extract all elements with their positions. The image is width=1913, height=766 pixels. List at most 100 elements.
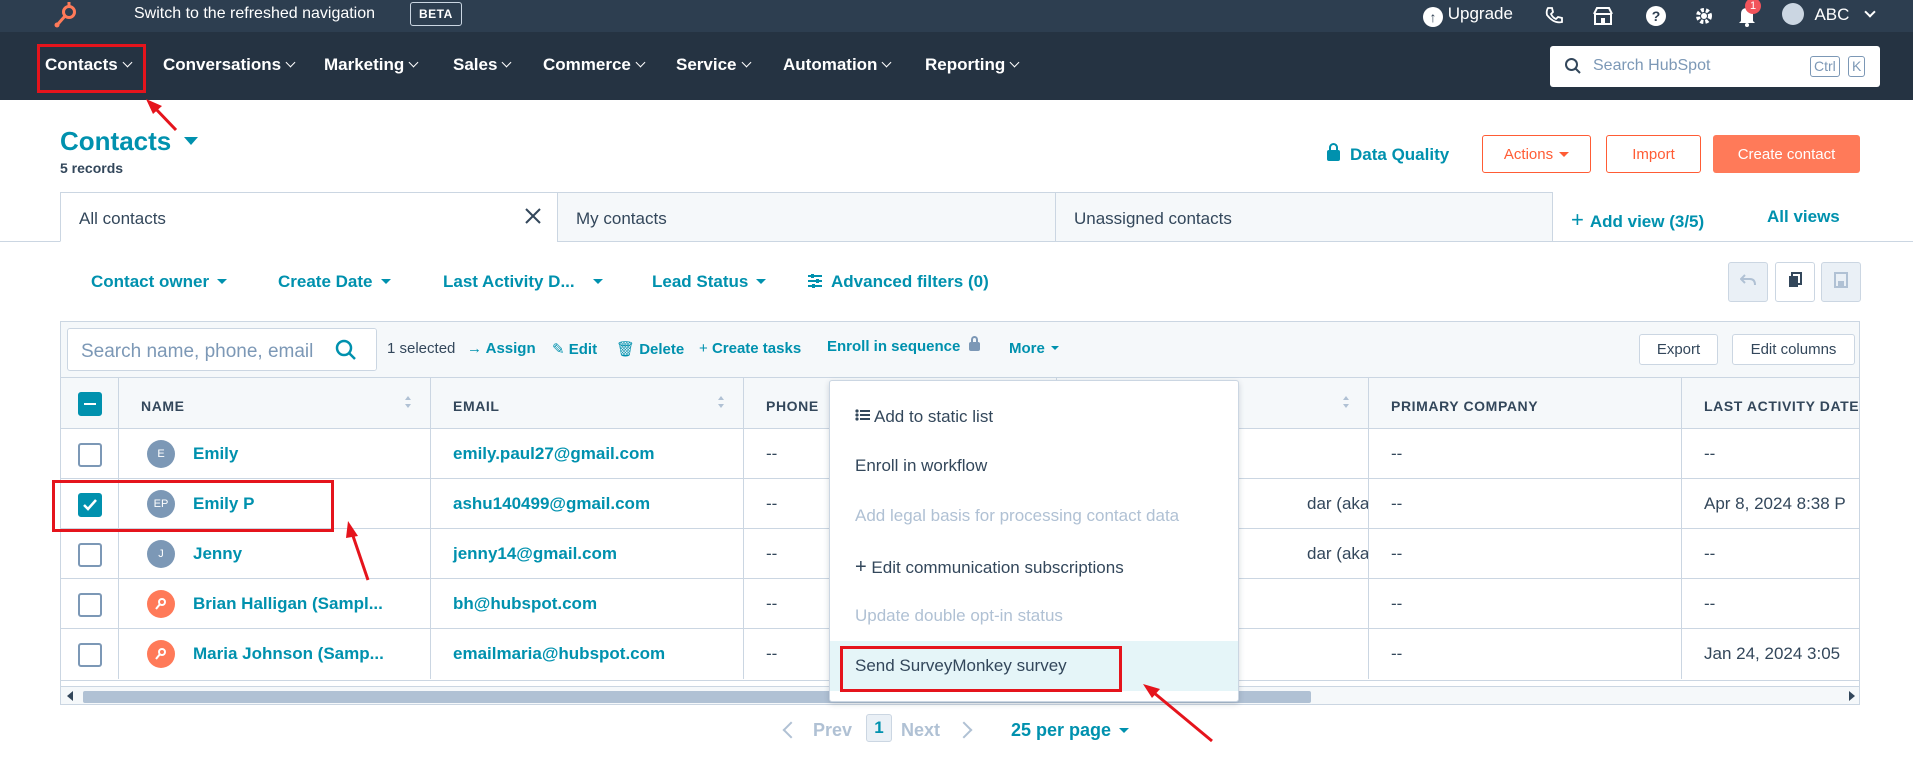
nav-automation[interactable]: Automation [783,55,892,75]
marketplace-icon[interactable] [1590,3,1616,29]
caret-down-icon [1050,346,1059,350]
global-search-input[interactable]: Search HubSpot Ctrl K [1550,46,1880,87]
switch-navigation-text[interactable]: Switch to the refreshed navigation [134,5,375,23]
contact-name-link[interactable]: Emily P [193,494,254,514]
nav-commerce[interactable]: Commerce [543,55,646,75]
header-last-activity[interactable]: LAST ACTIVITY DATE [1682,378,1859,429]
menu-item-enroll-in-workflow[interactable]: Enroll in workflow [830,441,1238,491]
filter-contact-owner[interactable]: Contact owner [91,272,228,292]
company-cell: -- [1369,479,1682,529]
chevron-left-icon [782,721,800,739]
tab-my-contacts[interactable]: My contacts [557,192,1056,242]
hubspot-logo-icon[interactable] [52,2,82,30]
settings-gear-icon[interactable] [1691,3,1717,29]
table-search-input[interactable]: Search name, phone, email [67,328,377,371]
filter-create-date[interactable]: Create Date [278,272,391,292]
lock-icon [968,336,980,351]
row-checkbox[interactable] [78,643,102,667]
menu-item-add-legal-basis: Add legal basis for processing contact d… [830,491,1238,541]
assign-label: Assign [485,340,536,357]
prev-page-button[interactable]: Prev [782,720,852,741]
nav-sales[interactable]: Sales [453,55,512,75]
email-cell[interactable]: jenny14@gmail.com [431,529,744,579]
edit-button[interactable]: ✎ Edit [552,340,597,358]
page-title[interactable]: Contacts [60,126,199,157]
all-views-link[interactable]: All views [1767,207,1840,227]
contact-name-link[interactable]: Maria Johnson (Samp... [193,644,384,664]
actions-button[interactable]: Actions [1482,135,1591,173]
select-all-checkbox[interactable] [78,392,102,416]
email-cell[interactable]: bh@hubspot.com [431,579,744,629]
create-tasks-button[interactable]: + Create tasks [699,340,801,357]
save-icon [1834,271,1848,293]
contact-name-link[interactable]: Brian Halligan (Sampl... [193,594,383,614]
enroll-sequence-button[interactable]: Enroll in sequence [827,336,980,355]
record-count: 5 records [60,160,124,176]
enroll-sequence-label: Enroll in sequence [827,338,961,355]
row-checkbox[interactable] [78,443,102,467]
filter-last-activity-date[interactable]: Last Activity D... [443,272,603,292]
menu-item-send-surveymonkey-survey[interactable]: Send SurveyMonkey survey [830,641,1238,691]
edit-columns-button[interactable]: Edit columns [1732,334,1855,365]
page-number-button[interactable]: 1 [866,714,892,742]
copy-icon [1788,271,1802,293]
scroll-left-arrow-icon[interactable] [67,691,73,701]
save-view-button[interactable] [1821,262,1861,302]
next-page-button[interactable]: Next [901,720,973,741]
create-contact-button[interactable]: Create contact [1713,135,1860,173]
shortcut-ctrl-key: Ctrl [1810,56,1840,77]
nav-contacts[interactable]: Contacts [45,55,133,75]
header-name[interactable]: NAME [119,378,431,429]
nav-reporting[interactable]: Reporting [925,55,1020,75]
close-icon[interactable] [524,207,542,225]
contact-name-link[interactable]: Jenny [193,544,242,564]
table-toolbar: Search name, phone, email 1 selected → A… [61,322,1859,378]
chevron-down-icon [408,57,419,68]
calling-icon[interactable] [1541,3,1567,29]
upgrade-link[interactable]: ↑ Upgrade [1423,4,1513,27]
create-tasks-label: Create tasks [711,340,802,357]
chevron-down-icon [122,57,133,68]
nav-service-label: Service [676,55,737,74]
clone-view-button[interactable] [1775,262,1815,302]
menu-item-edit-communication-subscriptions[interactable]: + Edit communication subscriptions [830,541,1238,591]
assign-button[interactable]: → Assign [467,340,536,357]
delete-button[interactable]: 🗑 Delete [616,340,684,358]
sort-icon [404,395,412,412]
advanced-filters-button[interactable]: Advanced filters (0) [807,272,989,294]
undo-button[interactable] [1728,262,1768,302]
more-button[interactable]: More [1009,340,1059,357]
help-icon[interactable]: ? [1643,3,1669,29]
chevron-down-icon [1009,57,1020,68]
header-primary-company[interactable]: PRIMARY COMPANY [1369,378,1682,429]
header-email-label: EMAIL [453,398,500,414]
pencil-icon: ✎ [552,341,565,358]
add-view-button[interactable]: + Add view (3/5) [1571,207,1704,233]
row-checkbox[interactable] [78,543,102,567]
account-menu[interactable]: ABC [1782,3,1876,29]
email-cell[interactable]: ashu140499@gmail.com [431,479,744,529]
nav-conversations[interactable]: Conversations [163,55,296,75]
tab-unassigned-contacts[interactable]: Unassigned contacts [1055,192,1553,242]
menu-item-add-to-static-list[interactable]: Add to static list [830,391,1238,441]
email-cell[interactable]: emily.paul27@gmail.com [431,429,744,479]
company-cell: -- [1369,529,1682,579]
export-button[interactable]: Export [1639,334,1718,365]
data-quality-link[interactable]: Data Quality [1327,143,1449,165]
email-cell[interactable]: emailmaria@hubspot.com [431,629,744,679]
nav-marketing[interactable]: Marketing [324,55,419,75]
header-email[interactable]: EMAIL [431,378,744,429]
per-page-select[interactable]: 25 per page [1011,720,1130,741]
row-checkbox[interactable] [78,493,102,517]
search-icon [1564,57,1582,80]
filter-lead-status[interactable]: Lead Status [652,272,767,292]
import-button[interactable]: Import [1606,135,1701,173]
scroll-right-arrow-icon[interactable] [1849,691,1855,701]
top-utility-bar: Switch to the refreshed navigation BETA … [0,0,1913,32]
tab-all-contacts[interactable]: All contacts [60,192,558,242]
search-icon[interactable] [316,329,376,370]
page-title-label: Contacts [60,126,172,156]
row-checkbox[interactable] [78,593,102,617]
nav-service[interactable]: Service [676,55,751,75]
contact-name-link[interactable]: Emily [193,444,238,464]
